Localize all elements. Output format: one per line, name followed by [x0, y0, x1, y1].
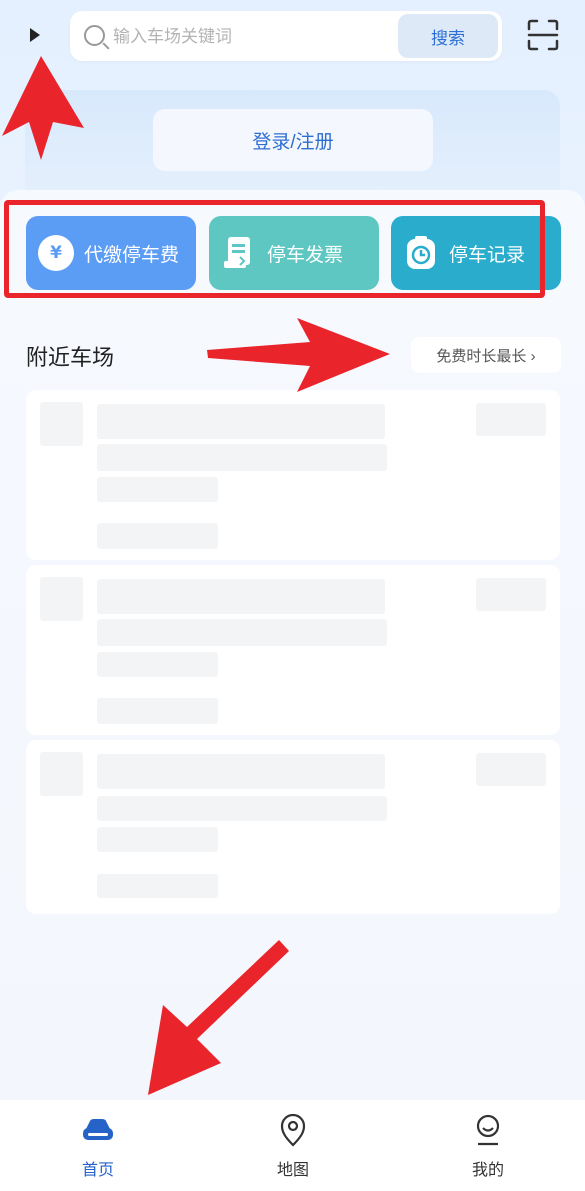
- tab-profile[interactable]: 我的: [428, 1100, 548, 1191]
- pay-parking-fee-tile[interactable]: ¥ 代缴停车费: [26, 216, 196, 290]
- tab-map[interactable]: 地图: [233, 1100, 353, 1191]
- chevron-right-icon: ›: [530, 347, 536, 365]
- clock-icon: [403, 235, 439, 271]
- sort-label: 免费时长最长: [436, 347, 527, 365]
- scan-icon[interactable]: [526, 18, 560, 52]
- yen-icon: ¥: [38, 235, 74, 271]
- parking-invoice-tile[interactable]: 停车发票: [209, 216, 379, 290]
- tab-home-label: 首页: [81, 1160, 114, 1179]
- sort-free-duration-button[interactable]: 免费时长最长 ›: [411, 337, 561, 373]
- pay-parking-fee-label: 代缴停车费: [84, 243, 180, 266]
- nearby-parking-title: 附近车场: [26, 346, 115, 371]
- parking-list-item-placeholder[interactable]: [26, 565, 560, 735]
- tab-home[interactable]: 首页: [38, 1100, 158, 1191]
- parking-list-item-placeholder[interactable]: [26, 740, 560, 914]
- play-icon[interactable]: [30, 28, 40, 42]
- invoice-icon: [221, 235, 257, 271]
- parking-list-item-placeholder[interactable]: [26, 390, 560, 560]
- tab-map-label: 地图: [276, 1160, 309, 1179]
- parking-invoice-label: 停车发票: [267, 243, 344, 266]
- search-button[interactable]: 搜索: [398, 14, 498, 58]
- parking-records-tile[interactable]: 停车记录: [391, 216, 561, 290]
- login-register-button[interactable]: 登录/注册: [153, 109, 433, 171]
- parking-records-label: 停车记录: [449, 243, 526, 266]
- car-icon: [83, 1119, 113, 1140]
- profile-icon: [476, 1114, 500, 1146]
- tab-profile-label: 我的: [471, 1160, 504, 1179]
- search-icon: [84, 25, 105, 46]
- search-input[interactable]: [113, 22, 383, 52]
- map-pin-icon: [280, 1113, 306, 1147]
